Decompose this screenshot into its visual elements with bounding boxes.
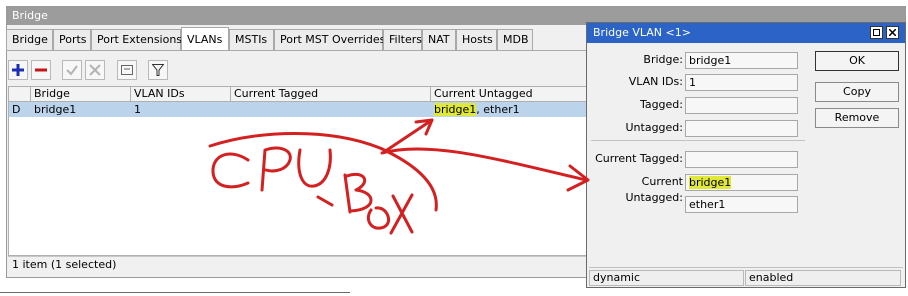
row-current-untagged: bridge1, ether1	[431, 102, 589, 117]
tab-nat[interactable]: NAT	[422, 29, 456, 51]
column-header-current-tagged[interactable]: Current Tagged	[231, 87, 431, 102]
enable-button[interactable]	[62, 60, 82, 80]
vlan-ids-field[interactable]: 1	[685, 74, 798, 91]
column-header-current-untagged[interactable]: Current Untagged	[431, 87, 589, 102]
current-untagged-field-2: ether1	[685, 196, 798, 213]
label-bridge: Bridge:	[643, 53, 683, 66]
current-untagged-field-1: bridge1	[685, 174, 798, 191]
tab-hosts[interactable]: Hosts	[456, 29, 497, 51]
tab-mstis[interactable]: MSTIs	[229, 29, 274, 51]
enabled-status: enabled	[745, 270, 901, 286]
tab-filters[interactable]: Filters	[383, 29, 422, 51]
remove-button[interactable]	[31, 60, 51, 80]
copy-button[interactable]: Copy	[815, 82, 899, 102]
label-tagged: Tagged:	[639, 98, 683, 111]
column-header-vlan-ids[interactable]: VLAN IDs	[131, 87, 231, 102]
label-current-untagged: Current Untagged:	[625, 175, 684, 204]
tagged-field[interactable]	[685, 97, 798, 114]
close-button[interactable]	[886, 26, 899, 39]
label-current-tagged: Current Tagged:	[595, 152, 683, 165]
current-untagged-value-1: bridge1	[689, 176, 732, 189]
label-untagged: Untagged:	[625, 121, 684, 134]
remove-icon	[35, 68, 47, 72]
table-row[interactable]: D bridge1 1 bridge1, ether1	[9, 102, 589, 117]
background-edge	[0, 292, 350, 293]
status-bar: 1 item (1 selected)	[8, 256, 588, 272]
add-button[interactable]	[8, 60, 28, 80]
column-header-bridge[interactable]: Bridge	[31, 87, 131, 102]
remove-dialog-button[interactable]: Remove	[815, 108, 899, 128]
current-tagged-field	[685, 151, 798, 168]
dialog-status-bar: dynamic enabled	[589, 267, 903, 286]
bridge-field[interactable]: bridge1	[685, 52, 798, 69]
disable-button[interactable]	[85, 60, 105, 80]
highlighted-untagged: bridge1	[434, 103, 477, 116]
vlan-table: Bridge VLAN IDs Current Tagged Current U…	[8, 86, 589, 256]
restore-button[interactable]	[870, 26, 883, 39]
row-flag: D	[12, 103, 21, 116]
bridge-vlan-dialog: Bridge VLAN <1> Bridge: bridge1 VLAN IDs…	[586, 22, 906, 288]
filter-button[interactable]	[148, 60, 168, 80]
tab-port-mst-overrides[interactable]: Port MST Overrides	[274, 29, 385, 51]
tab-port-extensions[interactable]: Port Extensions	[91, 29, 182, 51]
row-bridge: bridge1	[34, 103, 77, 116]
filter-icon	[152, 64, 164, 76]
untagged-field[interactable]	[685, 120, 798, 137]
close-icon	[889, 29, 896, 36]
tab-vlans[interactable]: VLANs	[181, 27, 229, 51]
row-current-tagged	[231, 102, 431, 117]
tab-mdb[interactable]: MDB	[497, 29, 533, 51]
tab-bridge[interactable]: Bridge	[6, 29, 53, 51]
label-vlan-ids: VLAN IDs:	[628, 75, 683, 88]
restore-icon	[873, 29, 880, 36]
dialog-title: Bridge VLAN <1>	[587, 23, 905, 43]
row-vlan-ids: 1	[134, 103, 141, 116]
comment-icon	[121, 65, 133, 75]
add-icon	[12, 64, 24, 76]
untagged-rest: , ether1	[476, 103, 520, 116]
column-header-flag[interactable]	[9, 87, 31, 102]
disable-icon	[89, 64, 101, 76]
tab-ports[interactable]: Ports	[53, 29, 91, 51]
dynamic-status: dynamic	[589, 270, 744, 286]
dialog-separator	[591, 140, 805, 141]
comment-button[interactable]	[117, 60, 137, 80]
ok-button[interactable]: OK	[815, 51, 899, 71]
enable-icon	[66, 65, 78, 76]
